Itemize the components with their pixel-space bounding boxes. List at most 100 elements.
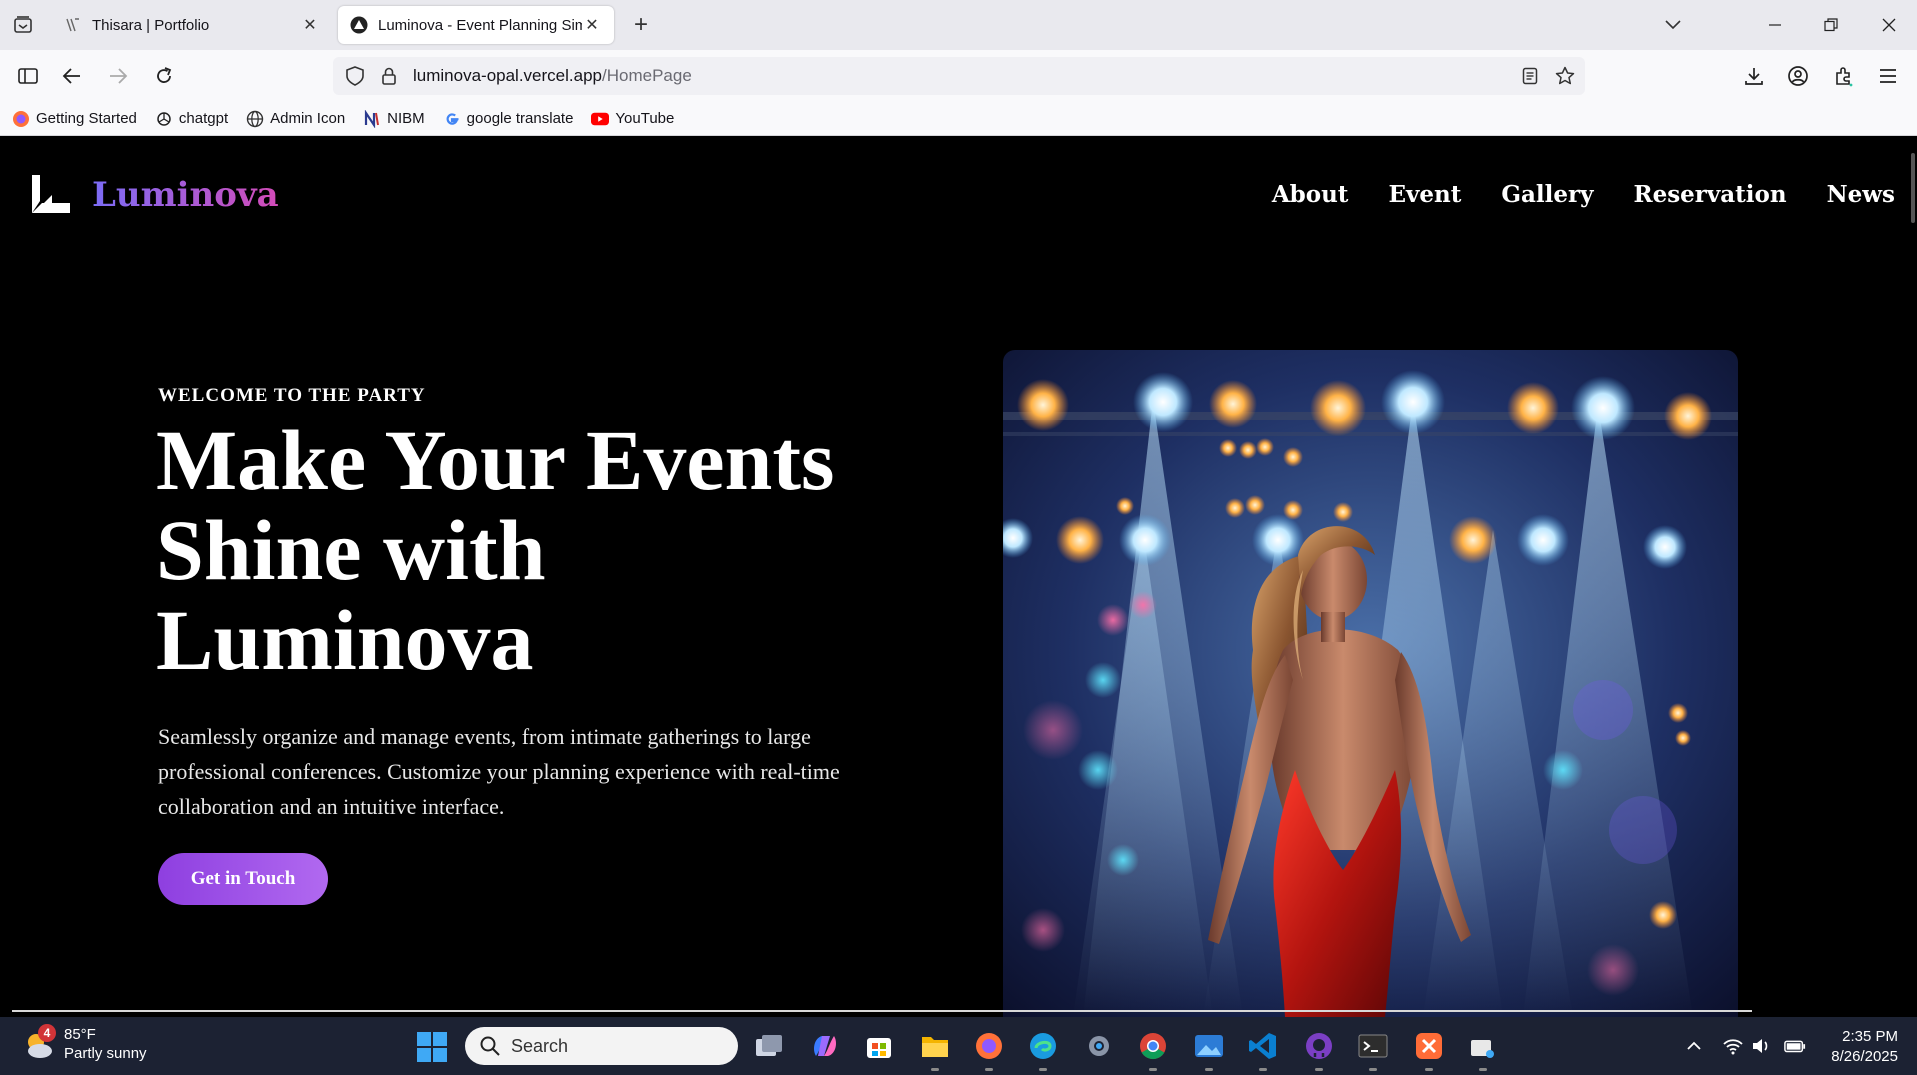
running-indicator: [1259, 1068, 1267, 1071]
close-tab-icon[interactable]: ✕: [300, 15, 320, 35]
reload-icon[interactable]: [150, 62, 178, 90]
url-host: luminova-opal.vercel.app: [413, 66, 602, 85]
back-arrow-icon[interactable]: [58, 62, 86, 90]
forward-arrow-icon[interactable]: [104, 62, 132, 90]
weather-widget[interactable]: 4 85°F Partly sunny: [22, 1024, 147, 1063]
restore-icon[interactable]: [1818, 12, 1844, 38]
downloads-icon[interactable]: [1740, 62, 1768, 90]
vscode-icon[interactable]: [1246, 1029, 1280, 1071]
weather-desc: Partly sunny: [64, 1045, 147, 1062]
system-clock[interactable]: 2:35 PM 8/26/2025: [1814, 1027, 1898, 1067]
new-tab-icon[interactable]: +: [628, 11, 654, 38]
nav-link-reservation[interactable]: Reservation: [1633, 181, 1786, 208]
minimize-icon[interactable]: [1762, 12, 1788, 38]
bookmark-nibm[interactable]: NIBM: [363, 109, 425, 128]
section-divider: [12, 1010, 1752, 1012]
get-in-touch-button[interactable]: Get in Touch: [158, 853, 328, 905]
wifi-icon[interactable]: [1722, 1035, 1744, 1057]
running-indicator: [1425, 1068, 1433, 1071]
terminal-icon[interactable]: [1356, 1029, 1390, 1071]
photos-icon[interactable]: [1192, 1029, 1226, 1071]
sidebar-toggle-icon[interactable]: [14, 62, 42, 90]
lock-icon[interactable]: [379, 66, 399, 86]
running-indicator: [1479, 1068, 1487, 1071]
web-page: Luminova About Event Gallery Reservation…: [0, 137, 1917, 1017]
task-view-icon[interactable]: [752, 1029, 786, 1063]
taskbar-search[interactable]: Search: [465, 1027, 738, 1065]
url-path: /HomePage: [602, 66, 692, 85]
github-desktop-icon[interactable]: [1302, 1029, 1336, 1071]
url-text[interactable]: luminova-opal.vercel.app/HomePage: [413, 66, 692, 86]
account-icon[interactable]: [1784, 62, 1812, 90]
brand-name: Luminova: [92, 175, 279, 215]
bookmark-label: NIBM: [387, 110, 425, 127]
snipping-tool-icon[interactable]: [1466, 1029, 1500, 1071]
file-explorer-icon[interactable]: [918, 1029, 952, 1071]
clock-date: 8/26/2025: [1831, 1048, 1898, 1065]
page-scrollbar-thumb[interactable]: [1911, 153, 1915, 223]
windows-start-icon[interactable]: [416, 1031, 448, 1063]
bookmark-google-translate[interactable]: google translate: [443, 110, 573, 128]
bookmark-youtube[interactable]: YouTube: [591, 110, 674, 128]
youtube-icon: [591, 110, 610, 128]
nav-link-about[interactable]: About: [1272, 181, 1349, 208]
tab-overflow-chevron-icon[interactable]: [1660, 12, 1686, 38]
search-placeholder: Search: [511, 1035, 569, 1056]
site-nav: About Event Gallery Reservation News: [1232, 181, 1895, 208]
bookmark-admin-icon[interactable]: Admin Icon: [246, 110, 345, 128]
tab-title: Thisara | Portfolio: [92, 16, 210, 34]
running-indicator: [1039, 1068, 1047, 1071]
search-icon: [480, 1036, 500, 1056]
luminova-logo-icon: [32, 175, 70, 213]
bookmark-label: Admin Icon: [270, 110, 346, 127]
site-logo[interactable]: Luminova: [30, 173, 279, 217]
firefox-icon: [12, 110, 30, 128]
extensions-icon[interactable]: [1830, 62, 1858, 90]
tab-list-icon[interactable]: [10, 12, 36, 38]
close-tab-icon[interactable]: ✕: [582, 15, 602, 35]
tab-luminova[interactable]: Luminova - Event Planning Simplified ✕: [338, 6, 614, 44]
running-indicator: [931, 1068, 939, 1071]
bookmark-label: chatgpt: [178, 110, 229, 127]
settings-gear-icon[interactable]: [1082, 1029, 1116, 1063]
google-icon: [443, 110, 461, 128]
headline-line-2: Shine with: [156, 502, 546, 598]
battery-icon[interactable]: [1784, 1035, 1806, 1057]
nav-link-news[interactable]: News: [1827, 181, 1895, 208]
browser-tab-bar: Thisara | Portfolio ✕ Luminova - Event P…: [0, 0, 1917, 50]
bookmark-label: Getting Started: [36, 110, 137, 127]
bookmark-star-icon[interactable]: [1552, 63, 1578, 89]
headline-line-1: Make Your Events: [156, 412, 835, 508]
bookmark-chatgpt[interactable]: chatgpt: [155, 110, 228, 128]
nibm-icon: [363, 109, 381, 128]
tab-portfolio[interactable]: Thisara | Portfolio ✕: [52, 6, 332, 44]
chrome-icon[interactable]: [1136, 1029, 1170, 1071]
hero-description: Seamlessly organize and manage events, f…: [158, 724, 840, 819]
running-indicator: [985, 1068, 993, 1071]
nav-link-gallery[interactable]: Gallery: [1501, 181, 1593, 208]
close-window-icon[interactable]: [1876, 12, 1902, 38]
running-indicator: [1315, 1068, 1323, 1071]
postman-icon[interactable]: [1412, 1029, 1446, 1071]
menu-hamburger-icon[interactable]: [1874, 62, 1902, 90]
bookmark-getting-started[interactable]: Getting Started: [12, 110, 137, 128]
weather-badge: 4: [38, 1024, 56, 1042]
volume-icon[interactable]: [1750, 1035, 1772, 1057]
bookmarks-toolbar: Getting Started chatgpt Admin Icon NIBM …: [0, 102, 1917, 136]
edge-icon[interactable]: [1026, 1029, 1060, 1071]
url-bar[interactable]: luminova-opal.vercel.app/HomePage: [333, 57, 1585, 95]
tab-title: Luminova - Event Planning Simplified: [378, 16, 582, 34]
weather-temp: 85°F: [64, 1026, 96, 1043]
microsoft-store-icon[interactable]: [862, 1029, 896, 1063]
bookmark-label: YouTube: [615, 110, 675, 127]
nav-link-event[interactable]: Event: [1388, 181, 1461, 208]
windows-taskbar: 4 85°F Partly sunny Search 2:35 PM 8/26/…: [0, 1017, 1917, 1075]
show-hidden-icons-chevron-icon[interactable]: [1683, 1035, 1705, 1057]
browser-nav-bar: luminova-opal.vercel.app/HomePage: [0, 50, 1917, 102]
copilot-icon[interactable]: [808, 1029, 842, 1063]
reader-view-icon[interactable]: [1517, 63, 1543, 89]
hero-headline: Make Your Events Shine with Luminova: [156, 415, 916, 685]
firefox-taskbar-icon[interactable]: [972, 1029, 1006, 1071]
portfolio-favicon-icon: [64, 16, 82, 34]
tracking-protection-shield-icon[interactable]: [343, 64, 367, 88]
